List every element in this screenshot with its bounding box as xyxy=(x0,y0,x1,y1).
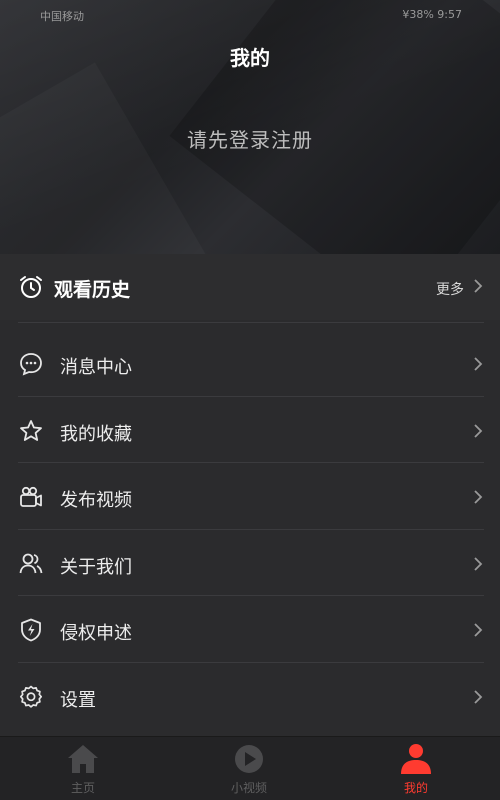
users-icon xyxy=(19,553,43,573)
menu-item-settings[interactable]: 设置 xyxy=(0,663,500,730)
menu-list: 消息中心 我的收藏 发布视频 关于我们 侵权申述 设置 xyxy=(0,330,500,729)
chevron-right-icon xyxy=(474,623,483,637)
tab-label: 小视频 xyxy=(230,781,267,795)
chevron-right-icon xyxy=(474,279,483,293)
tab-short-video[interactable]: 小视频 xyxy=(166,737,332,800)
menu-item-favorites[interactable]: 我的收藏 xyxy=(0,397,500,463)
menu-item-label: 消息中心 xyxy=(60,357,132,378)
tab-label: 主页 xyxy=(70,781,95,795)
menu-item-infringement-complaint[interactable]: 侵权申述 xyxy=(0,596,500,663)
chevron-right-icon xyxy=(474,357,483,371)
shield-bolt-icon xyxy=(21,618,41,642)
gear-icon xyxy=(19,685,43,708)
chevron-right-icon xyxy=(474,556,483,571)
menu-item-label: 我的收藏 xyxy=(60,423,132,445)
menu-item-publish-video[interactable]: 发布视频 xyxy=(0,463,500,530)
menu-item-label: 侵权申述 xyxy=(60,623,132,644)
profile-header: 中国移动 ¥38% 9:57 我的 请先登录注册 xyxy=(0,0,500,254)
chevron-right-icon xyxy=(474,490,483,504)
divider xyxy=(18,322,484,323)
message-bubble-icon xyxy=(20,353,42,376)
menu-item-label: 发布视频 xyxy=(60,490,132,511)
person-icon xyxy=(401,744,431,774)
carrier-text: 中国移动 xyxy=(40,10,84,23)
watch-history-label: 观看历史 xyxy=(54,279,131,301)
home-icon xyxy=(68,745,98,773)
video-camera-icon xyxy=(20,486,42,507)
star-icon xyxy=(20,419,42,441)
page-title: 我的 xyxy=(230,46,270,70)
login-register-link[interactable]: 请先登录注册 xyxy=(0,124,500,153)
play-circle-icon xyxy=(235,745,263,773)
alarm-clock-icon xyxy=(20,276,42,298)
menu-item-label: 关于我们 xyxy=(60,556,132,578)
tab-mine[interactable]: 我的 xyxy=(333,737,499,800)
tab-home[interactable]: 主页 xyxy=(0,737,166,800)
menu-item-label: 设置 xyxy=(60,689,96,711)
watch-history-row[interactable]: 观看历史 更多 xyxy=(0,254,500,320)
status-right-text: ¥38% 9:57 xyxy=(402,8,462,21)
chevron-right-icon xyxy=(474,689,483,704)
bottom-tab-bar: 主页 小视频 我的 xyxy=(0,736,500,800)
more-link[interactable]: 更多 xyxy=(436,279,464,299)
status-bar: 中国移动 ¥38% 9:57 xyxy=(0,8,500,26)
tab-label: 我的 xyxy=(403,781,428,795)
menu-item-about-us[interactable]: 关于我们 xyxy=(0,530,500,596)
chevron-right-icon xyxy=(474,423,483,438)
menu-item-messages[interactable]: 消息中心 xyxy=(0,330,500,397)
